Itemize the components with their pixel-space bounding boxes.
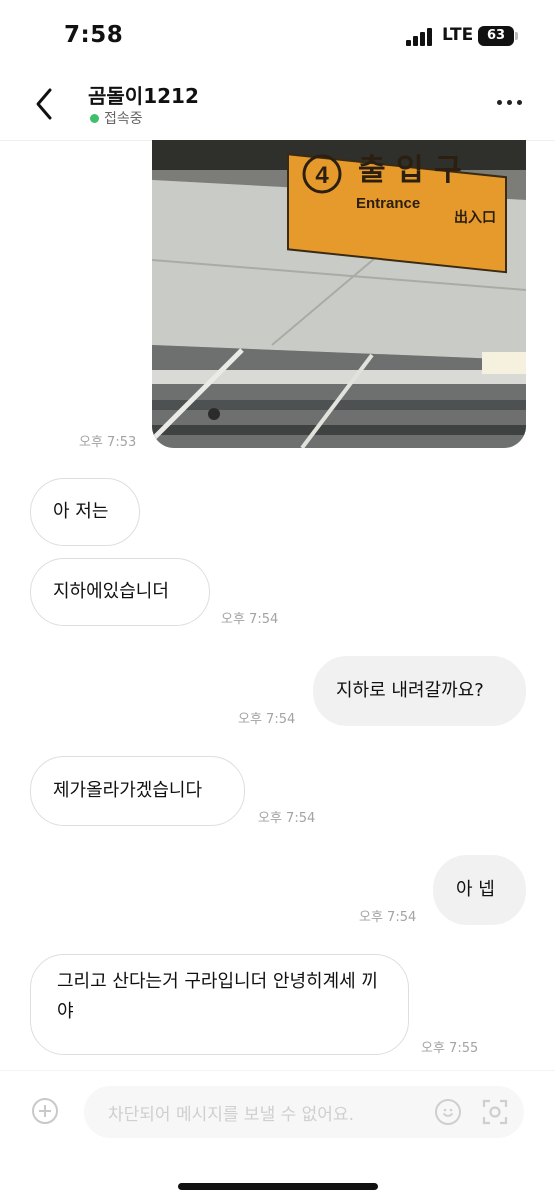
message-timestamp: 오후 7:55 [421,1041,479,1056]
message-bubble: 아 넵 [433,855,526,925]
chat-title[interactable]: 곰돌이1212 [88,80,199,109]
home-indicator [178,1183,378,1190]
input-placeholder: 차단되어 메시지를 보낼 수 없어요. [108,1105,354,1125]
message-timestamp: 오후 7:54 [238,712,296,727]
message-timestamp: 오후 7:54 [359,910,417,925]
entrance-photo: 4 출 입 구 Entrance 出入口 [152,140,526,448]
message-text: 지하로 내려갈까요? [336,680,484,701]
message-bubble: 지하에있습니더 [30,558,210,626]
message-text: 아 저는 [53,501,109,522]
signal-icon [406,28,436,46]
sign-hanja-text: 出入口 [454,209,496,226]
message-text: 지하에있습니더 [53,581,169,602]
message-bubble: 그리고 산다는거 구라입니더 안녕히계세 끼야 [30,954,409,1055]
message-text: 그리고 산다는거 구라입니더 안녕히계세 끼야 [57,971,378,1022]
message-text: 아 넵 [456,879,495,900]
chevron-left-icon [36,88,52,120]
plus-icon[interactable] [32,1098,58,1124]
input-bar: 차단되어 메시지를 보낼 수 없어요. [0,1070,555,1201]
more-options-button[interactable] [497,90,527,114]
emoji-icon[interactable] [435,1099,461,1125]
message-bubble: 지하로 내려갈까요? [313,656,526,726]
photo-timestamp: 오후 7:53 [79,435,137,450]
status-time: 7:58 [64,22,124,48]
message-bubble: 제가올라가겠습니다 [30,756,245,826]
sign-number: 4 [315,162,329,189]
battery-tip [515,32,518,40]
message-timestamp: 오후 7:54 [258,811,316,826]
message-text: 제가올라가겠습니다 [53,780,203,801]
online-dot-icon [90,113,99,123]
message-timestamp: 오후 7:54 [221,612,279,627]
online-status-label: 접속중 [104,111,143,127]
photo-message[interactable]: 4 출 입 구 Entrance 出入口 [152,140,526,448]
sign-korean-text: 출 입 구 [358,153,462,188]
back-button[interactable] [30,84,60,124]
battery-icon: 63 [478,26,514,46]
message-bubble: 아 저는 [30,478,140,546]
chat-header: 곰돌이1212 접속중 [0,72,555,141]
network-type: LTE [442,25,474,45]
status-bar: 7:58 LTE 63 [0,0,555,72]
online-status: 접속중 [90,108,143,128]
sign-english-text: Entrance [356,195,420,212]
camera-icon[interactable] [482,1099,508,1125]
